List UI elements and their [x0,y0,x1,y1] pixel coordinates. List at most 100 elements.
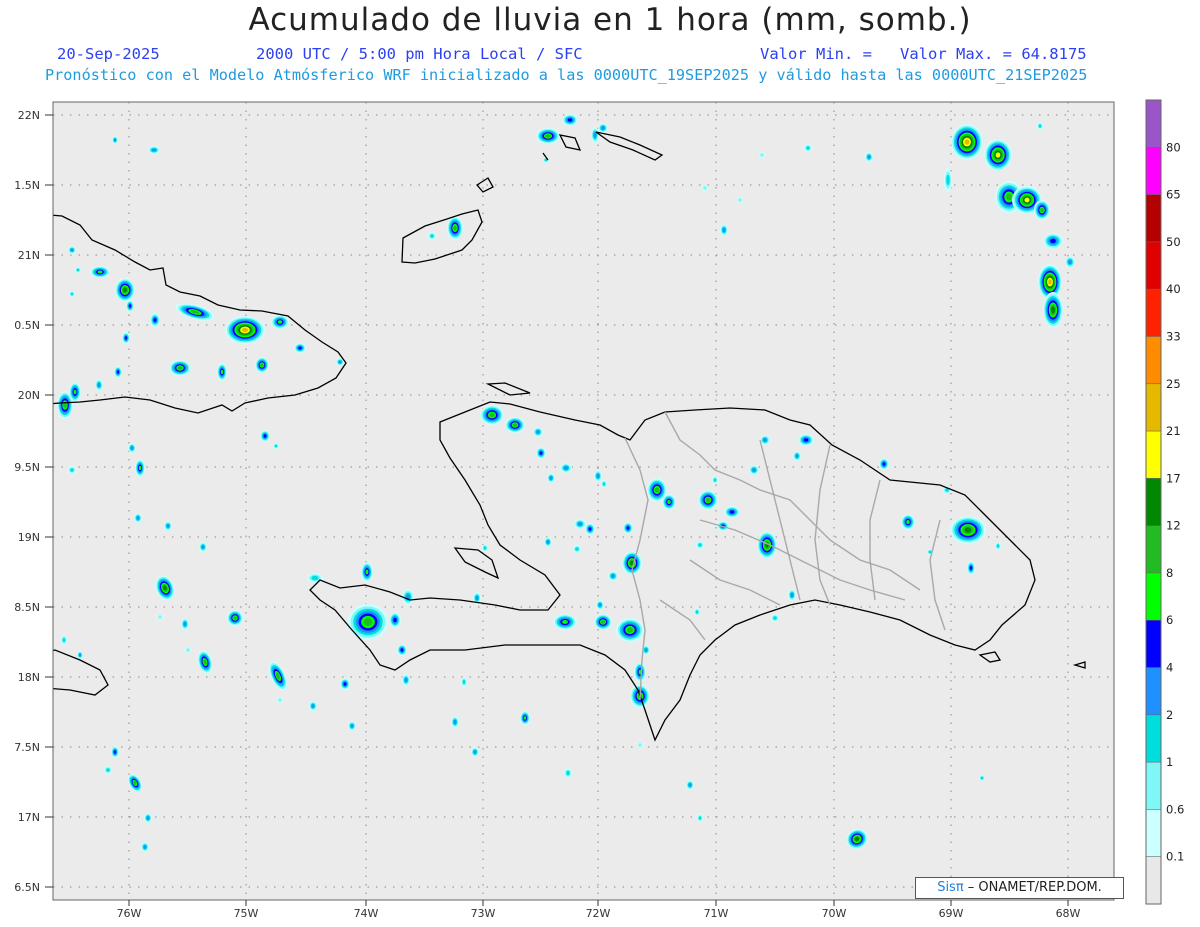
colorbar-label: 33 [1166,329,1181,343]
rain-cell [979,775,985,781]
rain-cell [164,521,172,531]
rain-cell [348,721,356,731]
colorbar-segment [1146,667,1161,716]
rain-cell [594,614,612,630]
rain-cell [623,522,633,534]
lat-tick-label: 20N [18,389,40,402]
rain-cell [181,618,189,630]
rain-cell [901,514,915,530]
rain-cell [402,674,410,686]
rain-cell [564,768,572,778]
colorbar-segment [1146,100,1161,148]
rain-cell [126,300,134,312]
colorbar-label: 8 [1166,566,1173,580]
rain-cell [157,614,163,620]
rain-cell [225,316,265,344]
rain-cell [128,443,136,453]
rain-cell [520,711,530,725]
rain-cell [134,513,142,523]
colorbar-segment [1146,289,1161,337]
lat-tick-label: 7.5N [14,741,40,754]
rain-cell [61,635,67,645]
credit-text: – ONAMET/REP.DOM. [963,880,1102,895]
rain-cell [185,647,191,653]
lat-tick-label: 0.5N [14,319,40,332]
rain-cell [536,128,560,144]
rain-cell [277,697,283,703]
rain-cell [585,523,595,535]
colorbar-segment [1146,336,1161,385]
rain-cell [724,506,740,518]
colorbar-legend: 806550403325211712864210.60.1 [1145,99,1184,905]
rain-cell [573,545,581,553]
rain-cell [1043,233,1063,249]
colorbar-label: 0.1 [1166,850,1184,864]
rain-cell [271,315,289,329]
rain-cell [309,701,317,711]
longitude-axis: 76W 75W 74W 73W 72W 71W 70W 69W 68W [117,900,1081,920]
colorbar-label: 17 [1166,471,1181,485]
colorbar-segment [1146,714,1161,763]
lat-tick-label: 8.5N [14,601,40,614]
rain-cell [112,136,118,144]
rain-cell [771,614,779,622]
rain-cell [598,123,608,133]
rain-cell [544,537,552,547]
rain-cell [77,651,83,659]
rain-cell [294,343,306,353]
rain-cell [804,144,812,152]
lat-tick-label: 18N [18,671,40,684]
colorbar-label: 80 [1166,140,1181,154]
colorbar-segment [1146,478,1161,527]
lat-tick-label: 21N [18,249,40,262]
rain-cell [696,541,704,549]
lon-tick-label: 73W [471,907,496,920]
rain-cell [793,451,801,461]
latitude-axis: 22N 1.5N 21N 0.5N 20N 9.5N 19N 8.5N 18N 7.5N 17N 6.… [14,109,53,894]
rain-cell [594,470,602,482]
rain-cell [662,494,676,510]
colorbar-label: 0.6 [1166,802,1184,816]
rain-cell [90,266,110,278]
rain-cell [150,313,160,327]
rain-cell [111,746,119,758]
rain-cell [227,610,243,626]
rain-cell [944,168,952,192]
plot-background [53,102,1114,900]
credit-box: Sisπ – ONAMET/REP.DOM. [915,877,1124,899]
rain-cell [637,742,643,748]
colorbar-label: 25 [1166,377,1181,391]
rain-cell [560,463,572,473]
lon-tick-label: 76W [117,907,142,920]
rain-cell [135,459,145,477]
colorbar-label: 40 [1166,282,1181,296]
rain-cell [737,197,743,203]
colorbar-segment [1146,856,1161,905]
rain-cell [698,490,718,510]
rainfall-map: 22N 1.5N 21N 0.5N 20N 9.5N 19N 8.5N 18N 7.5N 17N 6.… [14,99,1184,920]
colorbar-label: 50 [1166,235,1181,249]
lon-tick-label: 71W [704,907,729,920]
lon-tick-label: 75W [234,907,259,920]
lon-tick-label: 68W [1056,907,1081,920]
rain-cell [984,139,1012,171]
rain-cell [389,612,401,628]
rain-cell [712,476,718,484]
lat-tick-label: 1.5N [14,179,40,192]
rain-cell [461,677,467,687]
rain-cell [749,465,759,475]
colorbar-segment [1146,383,1161,432]
rain-cell [547,473,555,483]
rain-cell [451,716,459,728]
colorbar-label: 1 [1166,755,1173,769]
rain-cell [608,571,618,581]
rain-cell [879,458,889,470]
rain-cell [447,216,463,240]
colorbar-segment [1146,241,1161,290]
rain-cell [686,780,694,790]
rain-cell [68,466,76,474]
rain-cell [553,614,577,630]
rain-cell [273,443,279,449]
rain-cell [694,608,700,616]
rain-cell [482,544,488,552]
